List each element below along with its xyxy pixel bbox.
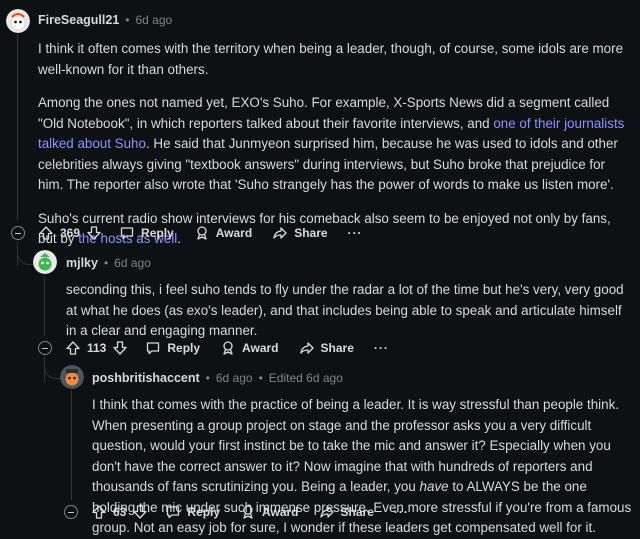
edited-label: Edited 6d ago (268, 371, 343, 385)
separator: • (258, 371, 263, 385)
reply-button[interactable]: Reply (145, 340, 200, 356)
username[interactable]: poshbritishaccent (92, 371, 200, 385)
comment-header: FireSeagull21 • 6d ago (38, 13, 172, 27)
reply-icon (165, 504, 181, 520)
emphasis: have (419, 479, 449, 494)
separator: • (125, 13, 130, 27)
reply-button[interactable]: Reply (119, 225, 174, 241)
award-icon (194, 225, 210, 241)
upvote-icon[interactable] (91, 504, 107, 520)
comment-body: seconding this, i feel suho tends to fly… (66, 280, 632, 342)
avatar-mjlky (33, 250, 57, 274)
timestamp[interactable]: 6d ago (216, 371, 253, 385)
avatar[interactable] (60, 365, 84, 389)
upvote-icon[interactable] (38, 225, 54, 241)
avatar[interactable] (6, 9, 30, 33)
downvote-icon[interactable] (132, 504, 148, 520)
username[interactable]: mjlky (66, 256, 98, 270)
upvote-icon[interactable] (65, 340, 81, 356)
reply-icon (145, 340, 161, 356)
award-button[interactable]: Award (240, 504, 299, 520)
share-button[interactable]: Share (272, 225, 328, 241)
award-icon (240, 504, 256, 520)
collapse-icon[interactable] (11, 226, 25, 240)
award-button[interactable]: Award (194, 225, 252, 241)
comment-actions: 63 Reply Award Share ··· (64, 499, 409, 525)
share-button[interactable]: Share (299, 340, 354, 356)
share-button[interactable]: Share (319, 504, 374, 520)
more-icon[interactable]: ··· (348, 226, 363, 240)
paragraph: I think it often comes with the territor… (38, 41, 624, 77)
more-icon[interactable]: ··· (394, 505, 409, 519)
separator: • (103, 256, 109, 270)
award-button[interactable]: Award (220, 340, 279, 356)
username[interactable]: FireSeagull21 (38, 13, 119, 27)
comment-header: mjlky • 6d ago (66, 256, 151, 270)
thread-line-1 (17, 34, 18, 220)
comment-header: poshbritishaccent • 6d ago • Edited 6d a… (92, 371, 343, 385)
comment-body: I think it often comes with the territor… (38, 39, 632, 250)
paragraph: Among the ones not named yet, EXO's Suho… (38, 95, 625, 192)
comment-actions: 369 Reply Award Share ··· (11, 220, 363, 246)
reply-icon (119, 225, 135, 241)
thread-curve-1 (17, 246, 34, 265)
downvote-icon[interactable] (112, 340, 128, 356)
avatar-poshbritishaccent (60, 365, 84, 389)
avatar-fireseagull21 (6, 9, 30, 33)
avatar[interactable] (33, 250, 57, 274)
separator: • (205, 371, 210, 385)
collapse-icon[interactable] (38, 341, 52, 355)
comment-actions: 113 Reply Award Share ··· (38, 335, 389, 361)
collapse-icon[interactable] (64, 505, 78, 519)
timestamp[interactable]: 6d ago (136, 13, 173, 27)
timestamp[interactable]: 6d ago (114, 256, 151, 270)
vote-count: 369 (60, 226, 81, 240)
share-icon (319, 504, 335, 520)
more-icon[interactable]: ··· (374, 341, 389, 355)
award-icon (220, 340, 236, 356)
vote-count: 63 (113, 505, 127, 519)
reply-button[interactable]: Reply (165, 504, 220, 520)
downvote-icon[interactable] (86, 225, 102, 241)
paragraph: seconding this, i feel suho tends to fly… (66, 282, 624, 338)
vote-count: 113 (87, 341, 107, 355)
share-icon (272, 225, 288, 241)
thread-curve-2 (44, 360, 61, 379)
thread-line-3 (71, 390, 72, 500)
share-icon (299, 340, 315, 356)
thread-line-2 (44, 276, 45, 336)
